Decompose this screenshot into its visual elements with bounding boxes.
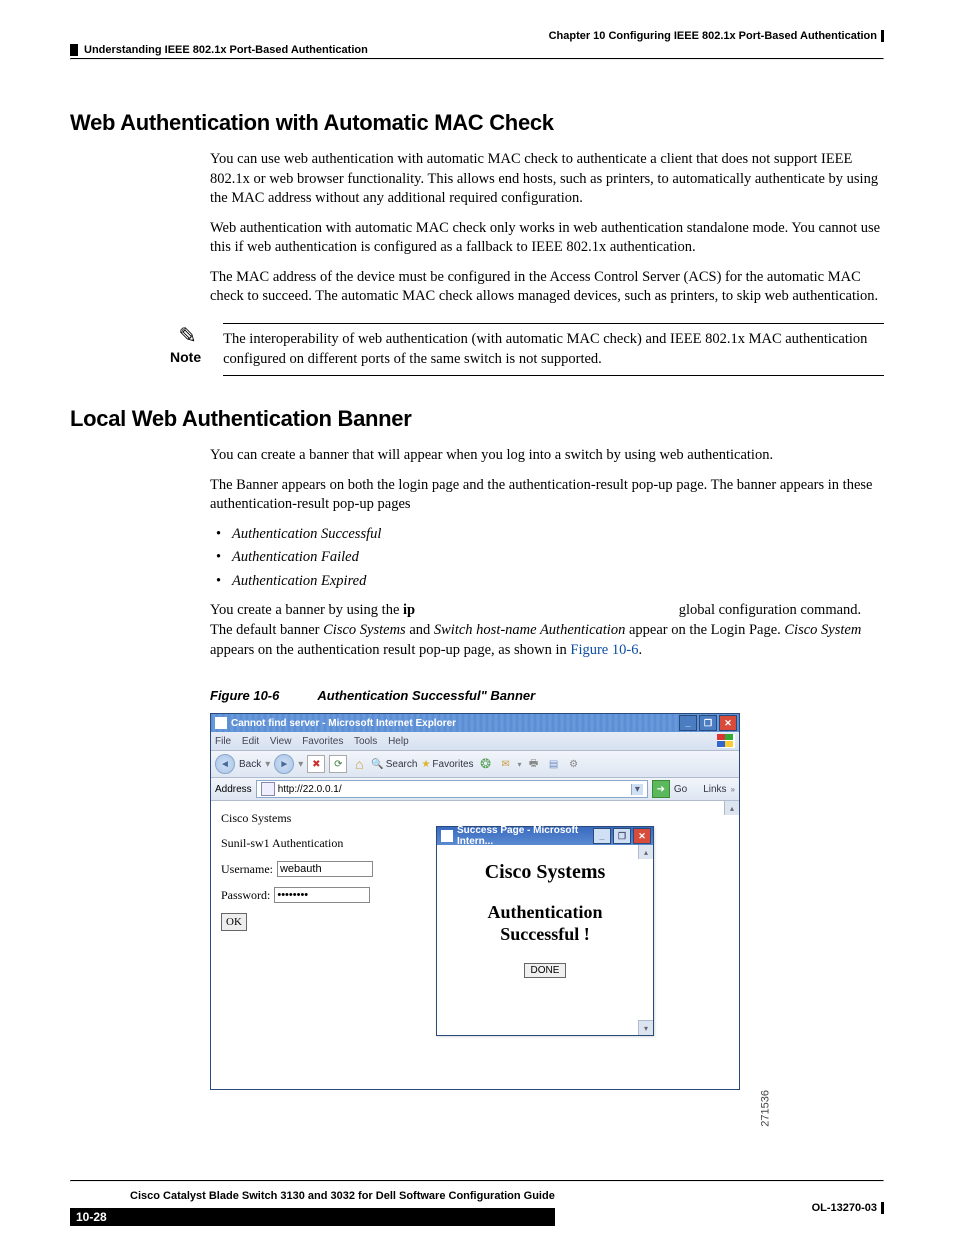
address-label: Address	[215, 784, 252, 795]
section2-p3: You create a banner by using the ip glob…	[210, 601, 884, 660]
note-label: Note	[170, 349, 213, 365]
ie-page-icon	[215, 717, 227, 729]
section2-p2: The Banner appears on both the login pag…	[210, 476, 884, 515]
popup-page-icon	[441, 830, 453, 842]
chapter-header: Chapter 10 Configuring IEEE 802.1x Port-…	[549, 30, 884, 42]
ok-button[interactable]: OK	[221, 913, 247, 931]
home-button[interactable]: ⌂	[351, 756, 367, 772]
minimize-button[interactable]: _	[679, 715, 697, 731]
section2-p1: You can create a banner that will appear…	[210, 446, 884, 466]
bullet-1: Authentication Successful	[232, 526, 381, 542]
print-button[interactable]: 🖶	[526, 756, 542, 772]
success-popup: Success Page - Microsoft Intern... _ ❐ ✕…	[436, 826, 654, 1036]
popup-maximize-button[interactable]: ❐	[613, 828, 631, 844]
popup-msg-line2: Successful !	[443, 924, 647, 946]
footer-guide-title: Cisco Catalyst Blade Switch 3130 and 303…	[130, 1190, 555, 1202]
bullet-list: Authentication Successful Authentication…	[210, 525, 884, 592]
go-button[interactable]: ➜	[652, 780, 670, 798]
windows-flag-icon	[717, 734, 735, 748]
section1-title: Web Authentication with Automatic MAC Ch…	[70, 110, 884, 136]
popup-brand: Cisco Systems	[443, 861, 647, 884]
back-button[interactable]: ◄	[215, 754, 235, 774]
note-body: The interoperability of web authenticati…	[223, 323, 884, 376]
address-dropdown-icon[interactable]: ▾	[631, 784, 643, 795]
figure-caption: Figure 10-6Authentication Successful" Ba…	[210, 688, 884, 703]
toolbar: ◄ Back ▾ ► ▾ ✖ ⟳ ⌂ 🔍Search ★Favorites ❂ …	[211, 751, 739, 778]
section1-p1: You can use web authentication with auto…	[210, 150, 884, 209]
figure-link[interactable]: Figure 10-6	[570, 642, 638, 658]
mail-button[interactable]: ✉	[498, 756, 514, 772]
popup-scroll-down-icon[interactable]: ▾	[638, 1020, 653, 1035]
favorites-button[interactable]: ★Favorites	[421, 759, 473, 770]
password-label: Password:	[221, 888, 270, 903]
search-button[interactable]: 🔍Search	[371, 759, 417, 770]
bullet-3: Authentication Expired	[232, 573, 366, 589]
maximize-button[interactable]: ❐	[699, 715, 717, 731]
page-brand: Cisco Systems	[221, 811, 729, 826]
stop-button[interactable]: ✖	[307, 755, 325, 773]
note-pencil-icon: ✎	[173, 323, 203, 349]
bullet-2: Authentication Failed	[232, 549, 359, 565]
popup-title: Success Page - Microsoft Intern...	[457, 825, 591, 847]
close-button[interactable]: ✕	[719, 715, 737, 731]
figure-id-number: 271536	[760, 1090, 772, 1127]
edit-button[interactable]: ▤	[546, 756, 562, 772]
done-button[interactable]: DONE	[524, 963, 567, 978]
figure-screenshot: 271536 Cannot find server - Microsoft In…	[210, 713, 756, 1090]
address-input[interactable]: http://22.0.0.1/ ▾	[256, 780, 648, 798]
forward-button[interactable]: ►	[274, 754, 294, 774]
scroll-up-icon[interactable]: ▴	[724, 801, 739, 815]
section-header: Understanding IEEE 802.1x Port-Based Aut…	[70, 44, 368, 56]
main-window-title: Cannot find server - Microsoft Internet …	[231, 718, 677, 729]
discuss-button[interactable]: ⚙	[566, 756, 582, 772]
popup-minimize-button[interactable]: _	[593, 828, 611, 844]
popup-scroll-up-icon[interactable]: ▴	[638, 845, 653, 859]
password-input[interactable]	[274, 887, 370, 903]
section2-title: Local Web Authentication Banner	[70, 406, 884, 432]
popup-close-button[interactable]: ✕	[633, 828, 651, 844]
history-button[interactable]: ❂	[478, 756, 494, 772]
refresh-button[interactable]: ⟳	[329, 755, 347, 773]
popup-msg-line1: Authentication	[443, 902, 647, 924]
username-label: Username:	[221, 862, 273, 877]
page-number-badge: 10-28	[70, 1208, 555, 1226]
page-icon	[261, 782, 275, 796]
username-input[interactable]	[277, 861, 373, 877]
footer-doc-id: OL-13270-03	[812, 1202, 884, 1214]
section1-p2: Web authentication with automatic MAC ch…	[210, 219, 884, 258]
section1-p3: The MAC address of the device must be co…	[210, 268, 884, 307]
menu-bar[interactable]: File Edit View Favorites Tools Help	[215, 736, 417, 747]
